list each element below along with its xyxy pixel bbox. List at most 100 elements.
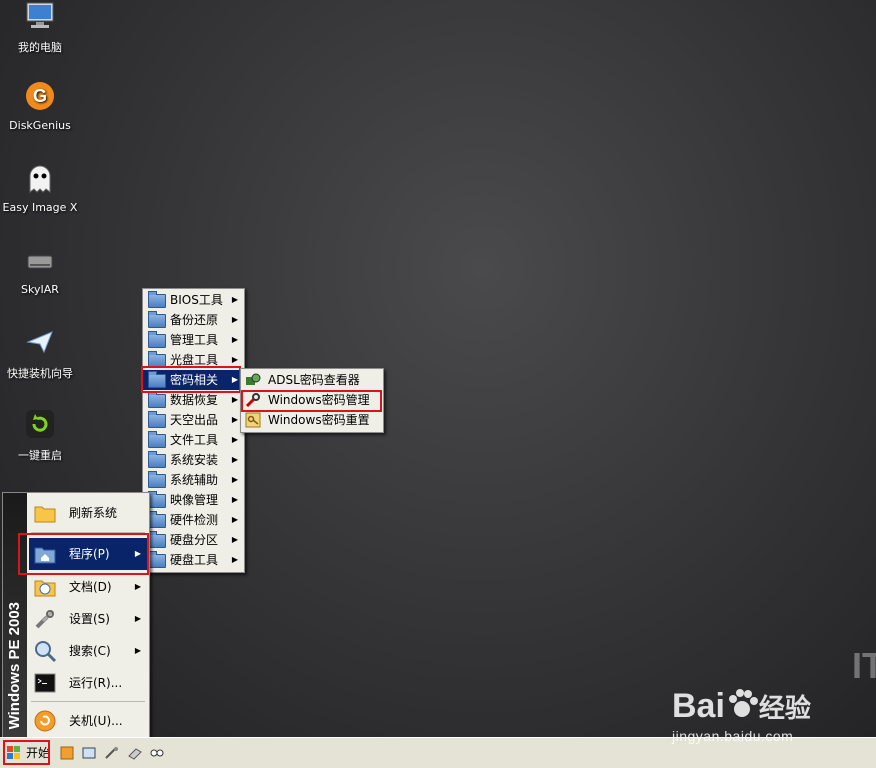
menu-item-admin-tools[interactable]: 管理工具 ▶: [143, 330, 244, 350]
folder-icon: [148, 471, 166, 488]
folder-icon: [34, 506, 56, 523]
paw-icon: [728, 689, 758, 717]
menu-item-windows-password-reset[interactable]: Windows密码重置: [241, 410, 383, 430]
computer-icon: [26, 2, 54, 28]
menu-item-system-install[interactable]: 系统安装 ▶: [143, 450, 244, 470]
desktop-icon-label: 我的电脑: [18, 41, 62, 54]
chevron-right-icon: ▶: [231, 495, 238, 504]
desktop-icon-label: 一键重启: [18, 449, 62, 462]
start-item-settings[interactable]: 设置(S) ▶: [29, 603, 147, 635]
password-menu: ADSL密码查看器 Windows密码管理 Windows密码重置: [240, 368, 384, 433]
folder-icon: [148, 411, 166, 428]
start-item-search[interactable]: 搜索(C) ▶: [29, 635, 147, 667]
menu-item-image-manage[interactable]: 映像管理 ▶: [143, 490, 244, 510]
svg-text:G: G: [33, 86, 47, 106]
chevron-right-icon: ▶: [231, 435, 238, 444]
chevron-right-icon: ▶: [231, 335, 238, 344]
folder-icon: [148, 331, 166, 348]
desktop-icon-skyiar[interactable]: SkyIAR: [0, 244, 80, 296]
folder-icon: [148, 491, 166, 508]
windows-logo-icon: [7, 746, 20, 759]
quicklaunch-eraser-icon[interactable]: [128, 746, 142, 760]
settings-icon: [35, 609, 55, 629]
chevron-right-icon: ▶: [231, 395, 238, 404]
desktop-icon-diskgenius[interactable]: G DiskGenius: [0, 80, 80, 132]
chevron-right-icon: ▶: [134, 582, 141, 591]
chevron-right-icon: ▶: [231, 475, 238, 484]
folder-icon: [148, 451, 166, 468]
chevron-right-icon: ▶: [231, 535, 238, 544]
desktop-icon-label: Easy Image X: [2, 201, 78, 214]
menu-item-system-helper[interactable]: 系统辅助 ▶: [143, 470, 244, 490]
start-item-run[interactable]: 运行(R)...: [29, 667, 147, 699]
start-menu: Windows PE 2003 刷新系统 程序(P) ▶ 文档(D) ▶ 设置(…: [2, 492, 150, 738]
menu-item-disk-tools[interactable]: 硬盘工具 ▶: [143, 550, 244, 570]
folder-icon: [148, 531, 166, 548]
menu-item-password[interactable]: 密码相关 ▶: [143, 370, 244, 390]
menu-item-backup-restore[interactable]: 备份还原 ▶: [143, 310, 244, 330]
folder-icon: [148, 391, 166, 408]
desktop-icon-install-wizard[interactable]: 快捷装机向导: [0, 326, 80, 381]
menu-item-sky-products[interactable]: 天空出品 ▶: [143, 410, 244, 430]
drive-icon: [27, 255, 53, 269]
chevron-right-icon: ▶: [231, 515, 238, 524]
quicklaunch-view-icon[interactable]: [150, 746, 164, 760]
desktop-icon-my-computer[interactable]: 我的电脑: [0, 0, 80, 55]
chevron-right-icon: ▶: [134, 614, 141, 623]
start-item-shutdown[interactable]: 关机(U)...: [29, 705, 147, 737]
menu-item-hardware-check[interactable]: 硬件检测 ▶: [143, 510, 244, 530]
key-tool-icon: [245, 393, 260, 408]
chevron-right-icon: ▶: [231, 555, 238, 564]
watermark-corner: ITi: [852, 645, 876, 686]
desktop-icon-label: 快捷装机向导: [7, 367, 73, 380]
menu-item-bios-tools[interactable]: BIOS工具 ▶: [143, 290, 244, 310]
start-button[interactable]: 开始: [4, 742, 54, 764]
key-icon: [245, 412, 261, 428]
programs-menu: BIOS工具 ▶ 备份还原 ▶ 管理工具 ▶ 光盘工具 ▶ 密码相关 ▶ 数据恢复 ▶ 天空…: [142, 288, 245, 573]
menu-item-data-recovery[interactable]: 数据恢复 ▶: [143, 390, 244, 410]
start-item-programs[interactable]: 程序(P) ▶: [29, 538, 147, 570]
start-menu-band: Windows PE 2003: [3, 493, 27, 737]
chevron-right-icon: ▶: [231, 315, 238, 324]
chevron-right-icon: ▶: [231, 455, 238, 464]
shutdown-icon: [34, 710, 56, 732]
start-item-documents[interactable]: 文档(D) ▶: [29, 571, 147, 603]
folder-icon: [148, 291, 166, 308]
baidu-url: jingyan.baidu.com: [672, 728, 794, 744]
menu-item-disc-tools[interactable]: 光盘工具 ▶: [143, 350, 244, 370]
desktop-icon-easy-image-x[interactable]: Easy Image X: [0, 162, 80, 214]
diskgenius-icon: G: [26, 82, 54, 110]
programs-icon: [34, 547, 56, 564]
folder-icon: [148, 511, 166, 528]
chevron-right-icon: ▶: [231, 415, 238, 424]
quicklaunch-app-icon[interactable]: [60, 746, 74, 760]
folder-icon: [148, 351, 166, 368]
restart-icon: [26, 410, 54, 438]
run-icon: [34, 673, 56, 693]
menu-item-file-tools[interactable]: 文件工具 ▶: [143, 430, 244, 450]
desktop-icon-restart[interactable]: 一键重启: [0, 408, 80, 463]
baidu-logo: Bai 经验: [672, 687, 811, 725]
plane-icon: [26, 331, 53, 354]
quicklaunch-tool-icon[interactable]: [105, 746, 119, 760]
desktop-icon-label: DiskGenius: [9, 119, 71, 132]
baidu-watermark: Bai 经验 jingyan.baidu.com: [672, 686, 832, 744]
folder-icon: [148, 311, 166, 328]
divider: [31, 532, 145, 533]
menu-item-adsl-viewer[interactable]: ADSL密码查看器: [241, 370, 383, 390]
menu-item-disk-partition[interactable]: 硬盘分区 ▶: [143, 530, 244, 550]
menu-item-windows-password-manage[interactable]: Windows密码管理: [241, 390, 383, 410]
adsl-icon: [246, 373, 261, 385]
chevron-right-icon: ▶: [231, 295, 238, 304]
start-item-refresh[interactable]: 刷新系统: [29, 497, 147, 529]
folder-icon: [148, 371, 166, 388]
folder-icon: [148, 551, 166, 568]
chevron-right-icon: ▶: [231, 375, 238, 384]
folder-icon: [148, 431, 166, 448]
ghost-icon: [29, 165, 51, 193]
quicklaunch-window-icon[interactable]: [82, 746, 96, 760]
chevron-right-icon: ▶: [134, 646, 141, 655]
desktop-icon-label: SkyIAR: [21, 283, 59, 296]
chevron-right-icon: ▶: [134, 549, 141, 558]
search-icon: [35, 641, 57, 663]
